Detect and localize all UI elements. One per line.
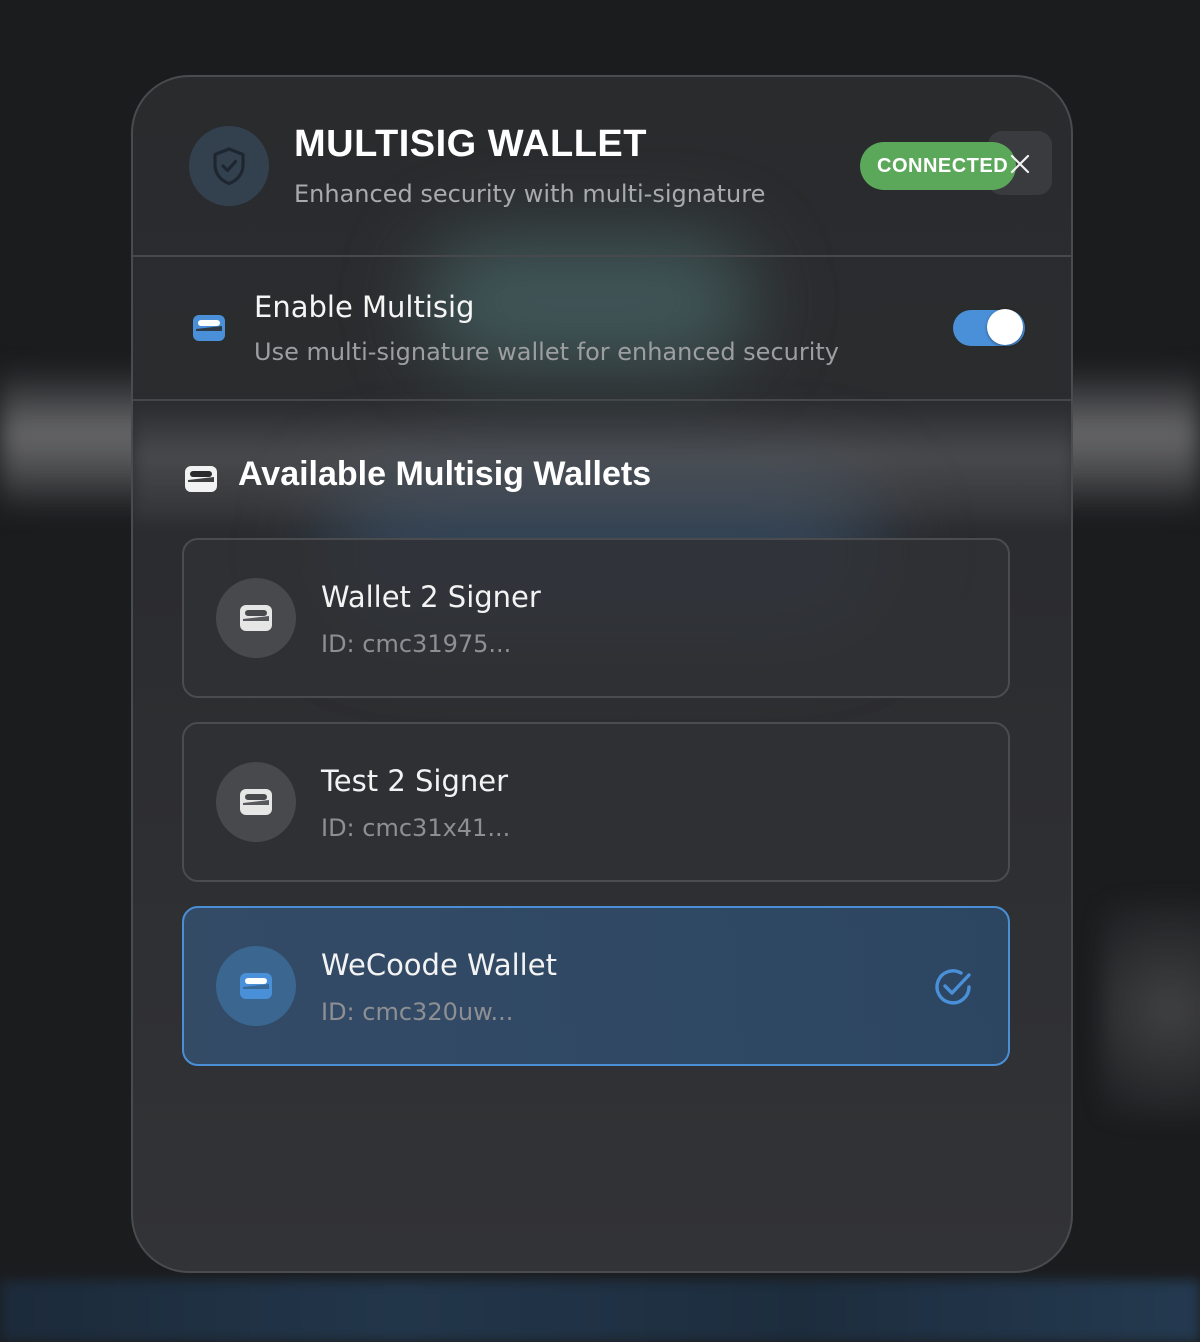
enable-multisig-description: Use multi-signature wallet for enhanced … xyxy=(254,338,839,366)
background-blur-bottom xyxy=(0,1280,1200,1342)
wallet-icon xyxy=(240,973,272,999)
shield-check-icon xyxy=(189,126,269,206)
page-title: MULTISIG WALLET xyxy=(294,123,647,165)
wallet-avatar xyxy=(216,762,296,842)
wallet-icon xyxy=(240,789,272,815)
wallet-id: ID: cmc320uw... xyxy=(321,998,514,1026)
wallet-icon xyxy=(185,466,217,492)
wallet-id: ID: cmc31x41... xyxy=(321,814,511,842)
enable-multisig-row: Enable Multisig Use multi-signature wall… xyxy=(133,257,1071,401)
close-icon[interactable] xyxy=(1009,153,1031,175)
wallet-avatar xyxy=(216,578,296,658)
page-subtitle: Enhanced security with multi-signature xyxy=(294,180,766,208)
status-badge: CONNECTED xyxy=(860,142,1016,190)
background-blur-glow xyxy=(1100,900,1200,1120)
wallet-card-test-2-signer[interactable]: Test 2 Signer ID: cmc31x41... xyxy=(182,722,1010,882)
wallet-id: ID: cmc31975... xyxy=(321,630,512,658)
wallet-icon xyxy=(240,605,272,631)
enable-multisig-toggle[interactable] xyxy=(953,309,1025,346)
wallet-icon xyxy=(193,315,225,341)
toggle-knob xyxy=(987,309,1023,345)
wallet-name: Test 2 Signer xyxy=(321,764,509,798)
section-title: Available Multisig Wallets xyxy=(238,455,652,493)
modal-header: MULTISIG WALLET Enhanced security with m… xyxy=(133,77,1071,257)
multisig-wallet-modal: MULTISIG WALLET Enhanced security with m… xyxy=(131,75,1073,1273)
check-circle-icon xyxy=(935,969,971,1005)
enable-multisig-label: Enable Multisig xyxy=(254,290,475,324)
wallet-card-wecoode-wallet[interactable]: WeCoode Wallet ID: cmc320uw... xyxy=(182,906,1010,1066)
wallet-name: WeCoode Wallet xyxy=(321,948,557,982)
wallet-avatar xyxy=(216,946,296,1026)
wallet-card-wallet-2-signer[interactable]: Wallet 2 Signer ID: cmc31975... xyxy=(182,538,1010,698)
wallet-name: Wallet 2 Signer xyxy=(321,580,541,614)
